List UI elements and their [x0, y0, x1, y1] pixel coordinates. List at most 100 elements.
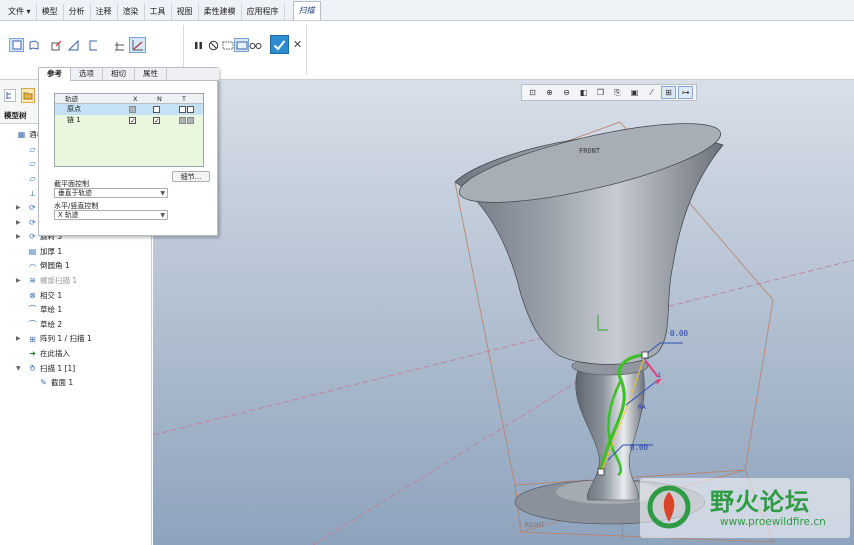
tab-tangency[interactable]: 相切: [103, 68, 135, 81]
end-point-handle[interactable]: [597, 468, 605, 476]
thicken-icon: ▤: [28, 246, 37, 256]
row-name: 链 1: [67, 116, 81, 124]
t-checkbox-2[interactable]: [187, 105, 194, 113]
dimension-value-2[interactable]: 0.00: [630, 443, 649, 452]
round-icon: ◠: [29, 261, 36, 271]
x-checkbox[interactable]: ✓: [129, 116, 136, 124]
tab-model[interactable]: 模型: [37, 4, 64, 20]
watermark-title: 野火论坛: [710, 488, 810, 516]
plane-icon: ▱: [29, 159, 36, 169]
expand-arrow-icon[interactable]: ▶: [16, 332, 21, 347]
plane-icon: ▱: [29, 144, 36, 154]
tree-item-label: 草绘 2: [40, 319, 63, 329]
constant-section-icon[interactable]: [112, 38, 127, 52]
tree-item[interactable]: ➜ 在此插入: [0, 347, 152, 362]
remove-material-icon[interactable]: [49, 38, 64, 52]
n-checkbox[interactable]: ✓: [153, 116, 160, 124]
tree-item-label: 扫描 1 [1]: [40, 363, 76, 373]
graphics-viewport[interactable]: ⊡ ⊕ ⊖ ◧ ❒ ⎘ ▣ ⁄ ⊞ ⊶ FRONT 0.00 0.00 1 RA…: [153, 80, 854, 545]
section-plane-value: 垂直于轨迹: [58, 189, 92, 197]
sketch-section-icon[interactable]: [86, 38, 101, 52]
no-preview-icon[interactable]: [206, 38, 221, 52]
dimension-value-1[interactable]: 0.00: [670, 329, 689, 338]
direction-arrow-head: [656, 378, 662, 385]
tab-render[interactable]: 渲染: [118, 4, 145, 20]
table-row[interactable]: 原点: [55, 104, 203, 115]
tree-item[interactable]: ✎ 截面 1: [0, 376, 152, 391]
expand-arrow-icon[interactable]: ▶: [16, 201, 21, 216]
model-tree-icon[interactable]: [4, 89, 16, 102]
tree-item-label: 螺旋扫描 1: [40, 275, 78, 285]
insert-arrow-icon: ➜: [29, 349, 36, 359]
sketch-icon: ⌒: [28, 319, 37, 329]
watermark-url: www.proewildfire.cn: [720, 516, 826, 528]
forum-logo-icon: [647, 485, 691, 529]
tree-item-label: 截面 1: [51, 378, 74, 388]
chevron-down-icon: ▾: [24, 7, 31, 16]
revolve-icon: ⟳: [29, 232, 36, 242]
tree-item[interactable]: ▶ ⊞ 阵列 1 / 扫描 1: [0, 332, 152, 347]
tab-view[interactable]: 视图: [172, 4, 199, 20]
tree-item[interactable]: ⌒ 草绘 2: [0, 318, 152, 333]
details-button[interactable]: 细节...: [172, 171, 210, 182]
col-n: N: [157, 95, 162, 103]
t-checkbox-1[interactable]: [179, 116, 186, 124]
section-plane-select[interactable]: 垂直于轨迹 ▼: [54, 188, 168, 198]
n-checkbox[interactable]: [153, 105, 160, 113]
tab-references[interactable]: 参考: [39, 68, 71, 81]
tree-item[interactable]: ⊗ 相交 1: [0, 289, 152, 304]
expand-arrow-icon[interactable]: ▼: [16, 362, 21, 377]
surface-icon[interactable]: [26, 38, 41, 52]
tree-item[interactable]: ◠ 倒圆角 1: [0, 259, 152, 274]
pause-icon[interactable]: [191, 38, 206, 52]
table-row[interactable]: 链 1 ✓ ✓: [55, 115, 203, 126]
tree-item[interactable]: ▤ 加厚 1: [0, 245, 152, 260]
cancel-x-button[interactable]: ✕: [290, 37, 305, 51]
variable-section-icon[interactable]: [129, 37, 146, 53]
tree-item-label: 在此插入: [40, 348, 70, 358]
tree-item[interactable]: ⌒ 草绘 1: [0, 303, 152, 318]
csys-icon: ⟂: [29, 188, 36, 198]
model-tree-tab[interactable]: 模型树: [4, 110, 27, 121]
horiz-vert-select[interactable]: X 轨迹 ▼: [54, 210, 168, 220]
tab-flexible-modeling[interactable]: 柔性建模: [199, 4, 242, 20]
tree-item[interactable]: ▼ ⥁ 扫描 1 [1]: [0, 362, 152, 377]
model-canvas: FRONT 0.00 0.00 1 RA RIGHT: [153, 121, 854, 545]
start-point-handle[interactable]: [641, 351, 649, 359]
thin-icon[interactable]: [66, 38, 81, 52]
label-right: RIGHT: [525, 521, 545, 529]
tab-tools[interactable]: 工具: [145, 4, 172, 20]
folder-browser-icon[interactable]: [21, 88, 35, 103]
expand-arrow-icon[interactable]: ▶: [16, 230, 21, 245]
ribbon-tab-bar: 文件 ▾ 模型 分析 注释 渲染 工具 视图 柔性建模 应用程序 扫描: [0, 0, 854, 21]
label-front: FRONT: [579, 147, 601, 155]
plane-icon: ▱: [29, 173, 36, 183]
preview-icon[interactable]: [220, 38, 235, 52]
verify-icon[interactable]: [234, 38, 249, 52]
confirm-check-button[interactable]: [270, 35, 289, 54]
col-trajectory: 轨迹: [65, 95, 78, 103]
trajectory-table: 轨迹 X N T 原点 链 1 ✓ ✓: [54, 93, 204, 167]
tree-item-label: 相交 1: [40, 290, 63, 300]
helical-sweep-icon: ≋: [29, 276, 36, 286]
expand-arrow-icon[interactable]: ▶: [16, 274, 21, 289]
part-icon: ▦: [17, 130, 26, 140]
t-checkbox-2[interactable]: [187, 116, 194, 124]
tab-annotate[interactable]: 注释: [91, 4, 118, 20]
col-t: T: [182, 95, 186, 103]
tab-applications[interactable]: 应用程序: [242, 4, 285, 20]
tab-file[interactable]: 文件 ▾: [3, 4, 37, 20]
tab-properties[interactable]: 属性: [135, 68, 167, 81]
horiz-vert-value: X 轨迹: [58, 211, 79, 219]
watermark: 野火论坛 www.proewildfire.cn: [640, 478, 850, 538]
section-icon: ✎: [40, 378, 47, 388]
tab-options[interactable]: 选项: [71, 68, 103, 81]
t-checkbox-1[interactable]: [179, 105, 186, 113]
tab-analysis[interactable]: 分析: [64, 4, 91, 20]
glasses-icon[interactable]: [248, 38, 263, 52]
tree-item[interactable]: ▶ ≋ 螺旋扫描 1: [0, 274, 152, 289]
expand-arrow-icon[interactable]: ▶: [16, 216, 21, 231]
solid-icon[interactable]: [9, 38, 24, 52]
tab-sweep[interactable]: 扫描: [292, 1, 321, 20]
x-checkbox[interactable]: [129, 105, 136, 113]
